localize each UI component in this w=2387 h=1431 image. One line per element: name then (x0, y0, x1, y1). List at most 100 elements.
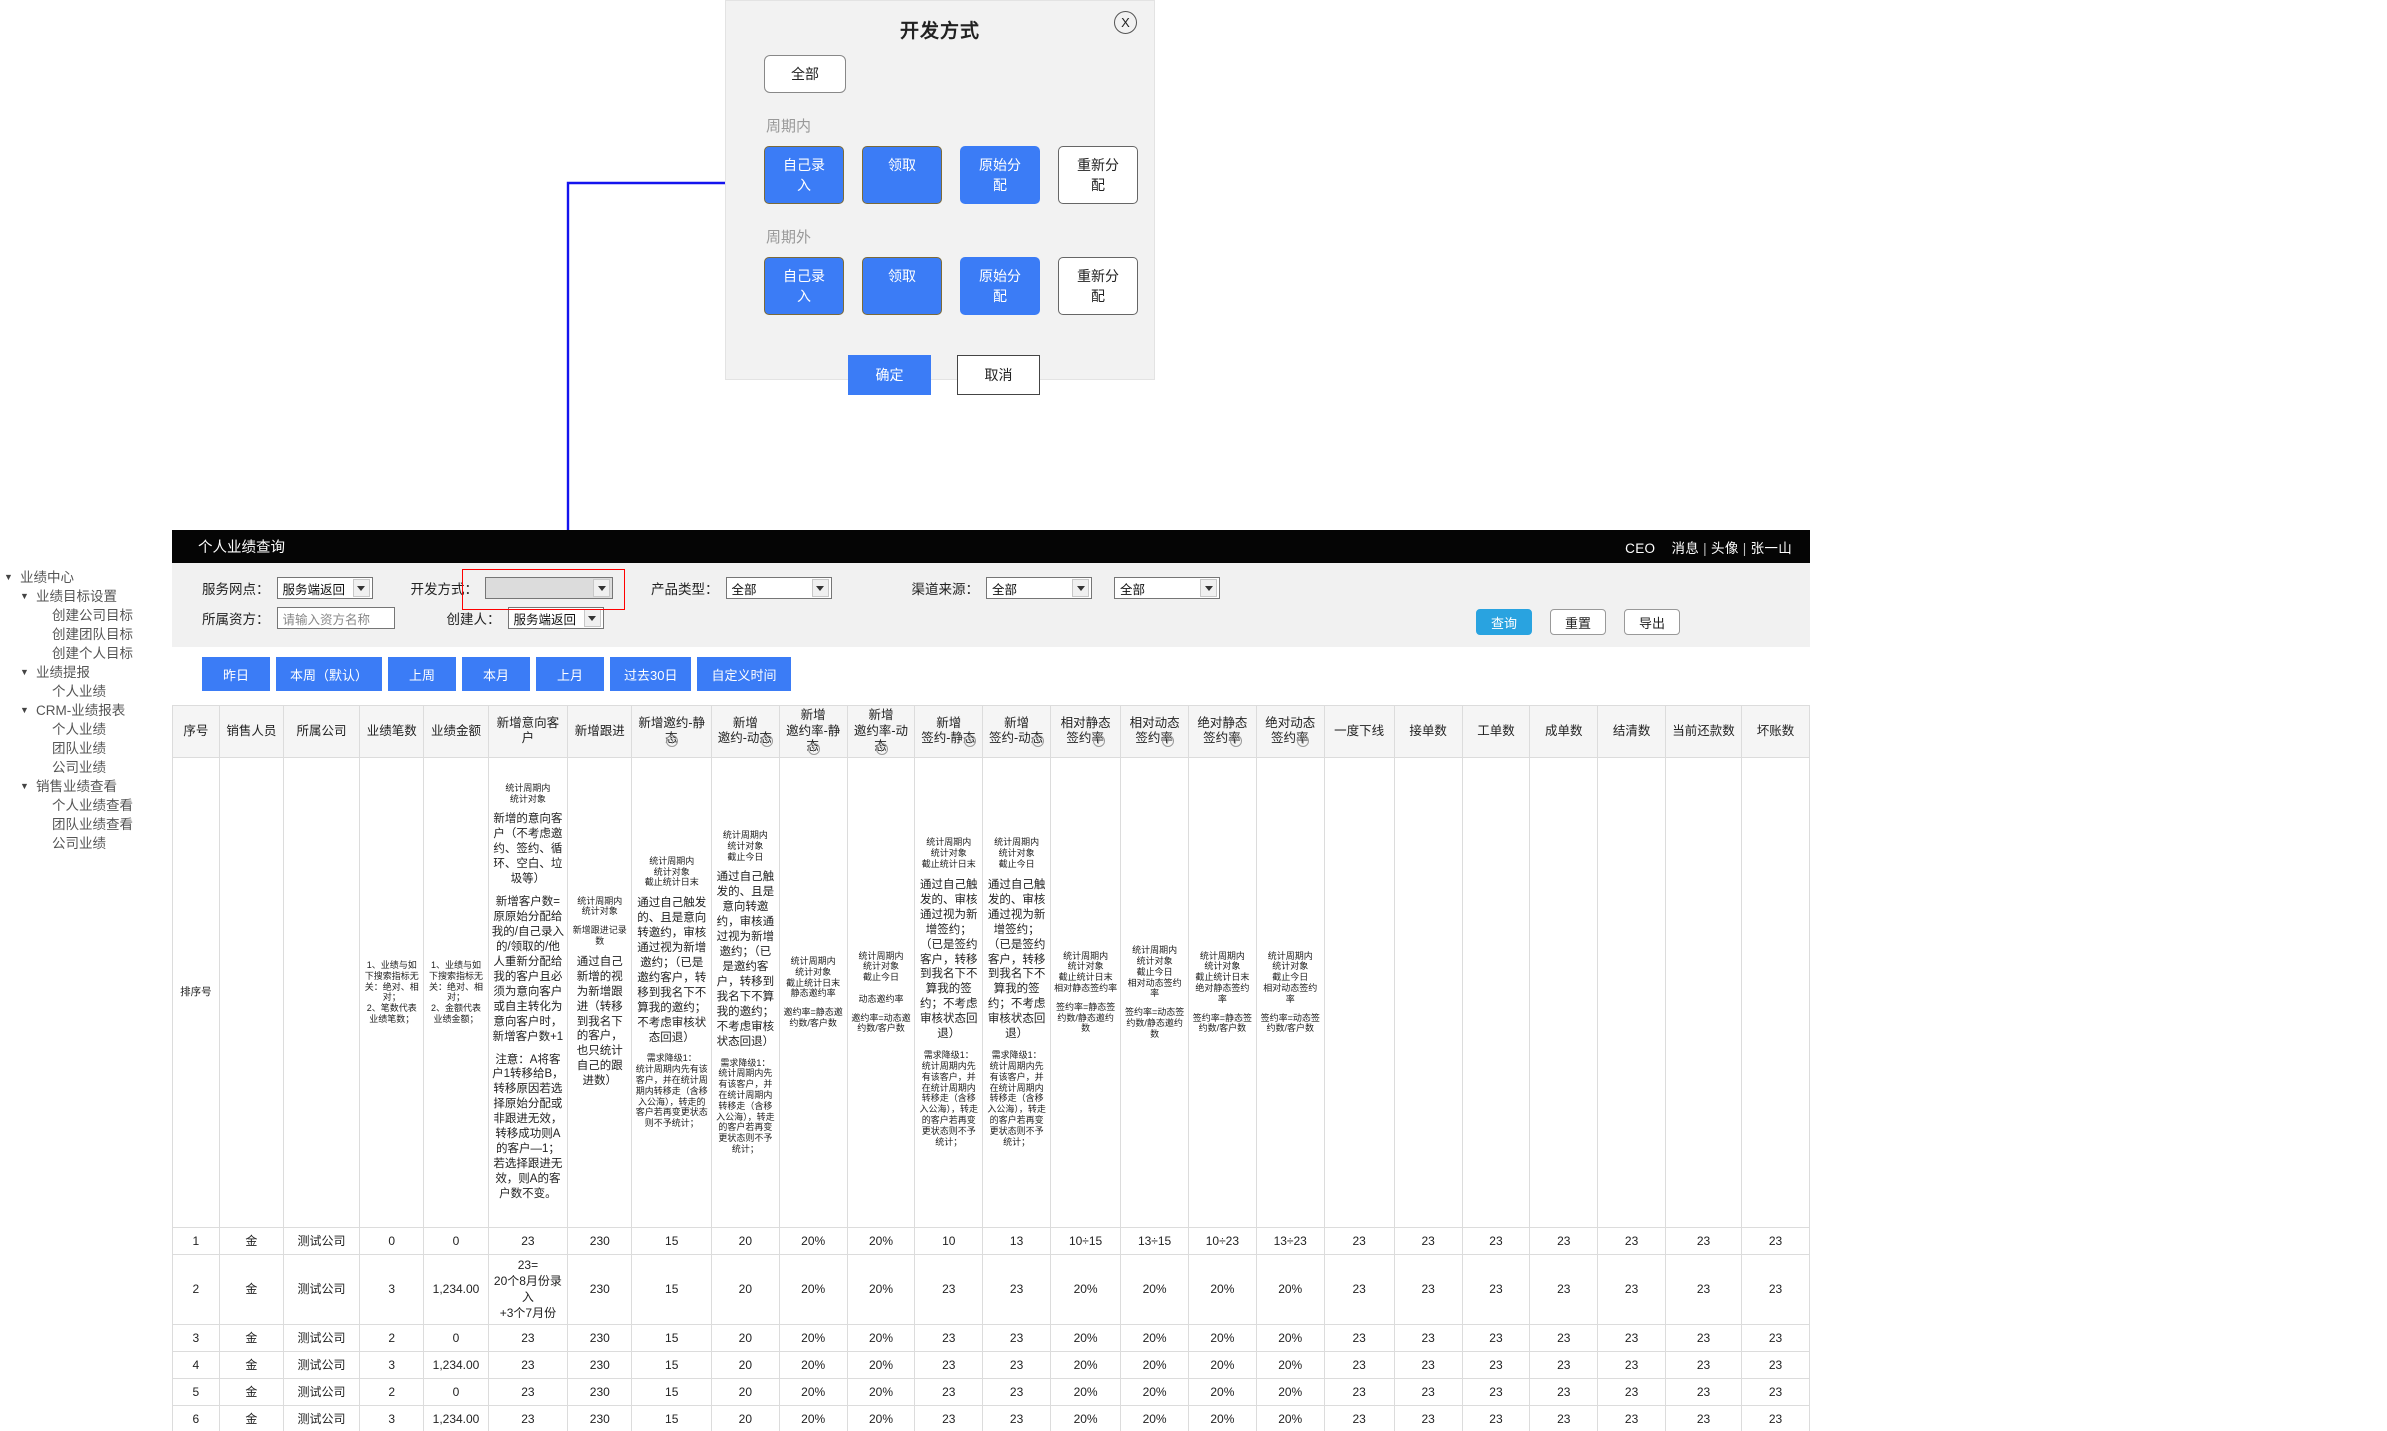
dev-mode-select[interactable] (485, 577, 613, 599)
in-cycle-claim-button[interactable]: 领取 (862, 146, 942, 204)
channel-select[interactable]: 全部 (986, 577, 1092, 599)
column-header[interactable]: 绝对动态 签约率i (1255, 705, 1325, 758)
sidebar-item[interactable]: 创建个人目标 (0, 644, 170, 663)
table-row[interactable]: 1 金测试公司 0 0 23 230 15 20 20% 20% 10 13 10÷15 13÷15 10÷… (172, 1226, 1810, 1255)
funder-input[interactable]: 请输入资方名称 (276, 607, 395, 629)
sidebar-item[interactable]: ▼ CRM-业绩报表 (0, 701, 170, 720)
column-header[interactable]: 所属公司 (283, 705, 361, 758)
column-header[interactable]: 绝对静态 签约率i (1187, 705, 1257, 758)
table-cell: 23 (1393, 1350, 1463, 1379)
column-header[interactable]: 成单数 (1529, 705, 1599, 758)
info-icon[interactable]: i (1161, 735, 1174, 748)
in-cycle-self-entry-button[interactable]: 自己录入 (764, 146, 844, 204)
sidebar-item[interactable]: 个人业绩 (0, 682, 170, 701)
column-header[interactable]: 一度下线 (1323, 705, 1395, 758)
close-icon[interactable]: X (1114, 11, 1137, 34)
sidebar-item[interactable]: 团队业绩 (0, 739, 170, 758)
info-icon[interactable]: i (1297, 735, 1310, 748)
out-cycle-claim-button[interactable]: 领取 (862, 257, 942, 315)
sidebar-item[interactable]: 个人业绩 (0, 720, 170, 739)
out-cycle-self-entry-button[interactable]: 自己录入 (764, 257, 844, 315)
table-row[interactable]: 4 金测试公司 3 1,234.00 23 230 15 20 20% 20% 23 23 20% 20%… (172, 1350, 1810, 1379)
column-header-line: 邀约率-动态i (853, 723, 909, 755)
date-tab[interactable]: 本月 (462, 657, 531, 691)
column-header[interactable]: 结清数 (1597, 705, 1667, 758)
info-icon[interactable]: i (964, 735, 977, 748)
sidebar-item[interactable]: ▼ 业绩提报 (0, 663, 170, 682)
query-button[interactable]: 查询 (1476, 609, 1532, 635)
column-header[interactable]: 业绩金额 (423, 705, 489, 758)
table-row[interactable]: 6 金测试公司 3 1,234.00 23 230 15 20 20% 20% 23 23 20% 20%… (172, 1404, 1810, 1431)
cancel-button[interactable]: 取消 (957, 355, 1040, 395)
desc-cell-empty (1597, 756, 1667, 1228)
column-header[interactable]: 坏账数 (1741, 705, 1810, 758)
table-cell: 2 (172, 1253, 220, 1325)
separator-2: | (1742, 540, 1747, 556)
table-cell: 23 (982, 1377, 1052, 1406)
desc-cell-new-invite-static: 统计周期内 统计对象 截止统计日末 通过自己触发的、且是意向转邀约，审核通过视为新… (631, 756, 712, 1228)
sidebar-item[interactable]: 创建团队目标 (0, 625, 170, 644)
sidebar-item[interactable]: 个人业绩查看 (0, 796, 170, 815)
info-icon[interactable]: i (807, 742, 820, 755)
column-header[interactable]: 新增 邀约率-静态i (778, 705, 848, 758)
info-icon[interactable]: i (875, 742, 888, 755)
channel-sub-select[interactable]: 全部 (1114, 577, 1220, 599)
column-header[interactable]: 接单数 (1393, 705, 1463, 758)
column-header[interactable]: 业绩笔数 (359, 705, 425, 758)
sidebar-item[interactable]: 公司业绩 (0, 834, 170, 853)
column-header[interactable]: 新增意向客户 (487, 705, 569, 758)
messages-link[interactable]: 消息 (1672, 541, 1700, 556)
desc-cell-invite-rate-dynamic: 统计周期内 统计对象 截止今日 动态邀约率 邀约率=动态邀约数/客户数 (846, 756, 916, 1228)
column-header[interactable]: 序号 (172, 705, 220, 758)
confirm-button[interactable]: 确定 (848, 355, 931, 395)
date-tab[interactable]: 上月 (536, 657, 605, 691)
table-cell: 金 (218, 1377, 285, 1406)
reset-button[interactable]: 重置 (1550, 609, 1606, 635)
date-tab[interactable]: 自定义时间 (697, 657, 791, 691)
table-row[interactable]: 3 金测试公司 2 0 23 230 15 20 20% 20% 23 23 20% 20% 20% 20% 2… (172, 1323, 1810, 1352)
filter-all-button[interactable]: 全部 (764, 55, 846, 93)
date-tab[interactable]: 本周（默认） (276, 657, 383, 691)
table-row[interactable]: 5 金测试公司 2 0 23 230 15 20 20% 20% 23 23 20% 20% 20% 20% 2… (172, 1377, 1810, 1406)
date-tab[interactable]: 上周 (388, 657, 457, 691)
column-header-label: 新增跟进 (574, 723, 625, 738)
column-header[interactable]: 新增邀约-静态i (631, 705, 712, 758)
column-header[interactable]: 新增 邀约率-动态i (846, 705, 916, 758)
export-button[interactable]: 导出 (1624, 609, 1680, 635)
info-icon[interactable]: i (1229, 735, 1242, 748)
table-row[interactable]: 2 金测试公司 3 1,234.00 23= 20个8月份录入 +3个7月份 230 15 2… (172, 1253, 1810, 1325)
column-header[interactable]: 销售人员 (218, 705, 285, 758)
desc-cell-rel-static-sign-rate: 统计周期内 统计对象 截止统计日末 相对静态签约率 签约率=静态签约数/静态邀约数 (1050, 756, 1122, 1228)
sidebar-item[interactable]: ▼ 业绩中心 (0, 568, 170, 587)
chevron-down-icon (811, 579, 829, 597)
in-cycle-original-allocation-button[interactable]: 原始分配 (960, 146, 1040, 204)
column-header[interactable]: 相对静态 签约率i (1050, 705, 1122, 758)
out-cycle-original-allocation-button[interactable]: 原始分配 (960, 257, 1040, 315)
table-cell: 20% (1255, 1377, 1325, 1406)
creator-select[interactable]: 服务端返回 (507, 607, 604, 629)
column-header[interactable]: 相对动态 签约率i (1120, 705, 1189, 758)
column-header[interactable]: 新增跟进 (567, 705, 633, 758)
table-cell: 6 (172, 1404, 220, 1431)
product-type-select[interactable]: 全部 (725, 577, 832, 599)
sidebar-item[interactable]: 公司业绩 (0, 758, 170, 777)
column-header[interactable]: 新增 签约-动态i (982, 705, 1052, 758)
column-header[interactable]: 工单数 (1461, 705, 1531, 758)
info-icon[interactable]: i (1092, 735, 1105, 748)
column-header[interactable]: 新增 邀约-动态i (710, 705, 780, 758)
date-tab[interactable]: 昨日 (202, 657, 270, 691)
info-icon[interactable]: i (1032, 735, 1045, 748)
sidebar-item[interactable]: 团队业绩查看 (0, 815, 170, 834)
info-icon[interactable]: i (760, 735, 773, 748)
in-cycle-reallocation-button[interactable]: 重新分配 (1058, 146, 1138, 204)
service-point-select[interactable]: 服务端返回 (276, 577, 373, 599)
sidebar-item[interactable]: ▼ 销售业绩查看 (0, 777, 170, 796)
column-header[interactable]: 新增 签约-静态i (914, 705, 984, 758)
column-header[interactable]: 当前还款数 (1665, 705, 1743, 758)
out-cycle-reallocation-button[interactable]: 重新分配 (1058, 257, 1138, 315)
avatar-link[interactable]: 头像 (1711, 541, 1739, 556)
sidebar-item[interactable]: ▼ 业绩目标设置 (0, 587, 170, 606)
sidebar-item[interactable]: 创建公司目标 (0, 606, 170, 625)
date-tab[interactable]: 过去30日 (610, 657, 692, 691)
info-icon[interactable]: i (666, 735, 679, 748)
